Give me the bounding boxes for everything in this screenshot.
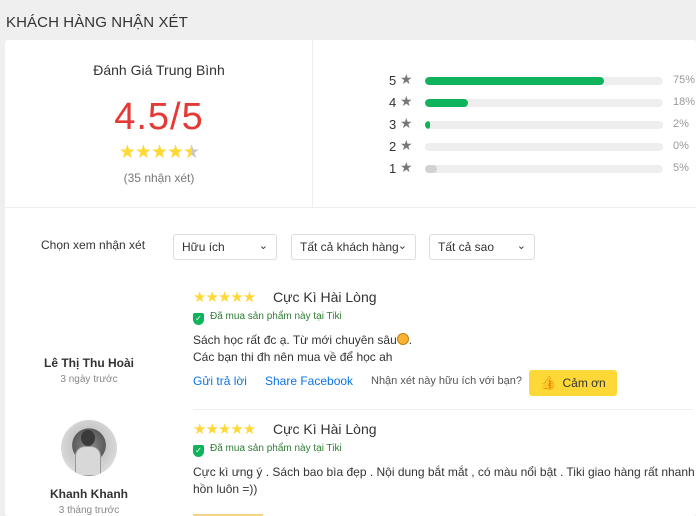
star-icon: ★ (134, 142, 152, 163)
thanks-button[interactable]: 👍 Cảm ơn (529, 370, 617, 396)
avatar-head (81, 430, 95, 446)
distribution-bar (425, 99, 663, 107)
average-rating-box: Đánh Giá Trung Bình 4.5/5 ★★★★★ (35 nhận… (5, 40, 313, 208)
star-icon: ★ (167, 142, 184, 163)
chevron-down-icon: ⌄ (397, 240, 407, 252)
average-score: 4.5/5 (114, 96, 204, 138)
avatar (61, 420, 117, 476)
sort-select-value: Hữu ích (182, 240, 225, 254)
distribution-stars: 1 (389, 161, 397, 176)
customer-filter-value: Tất cả khách hàng (300, 240, 399, 254)
distribution-percent: 75% (673, 74, 696, 86)
star-filter-value: Tất cả sao (438, 240, 495, 254)
reviewer-name: Lê Thị Thu Hoài (44, 356, 134, 370)
review-stars: ★★★★★ (193, 421, 256, 438)
distribution-row-3[interactable]: 3 ★ 2% (389, 115, 694, 132)
distribution-row-4[interactable]: 4 ★ 18% (389, 93, 696, 110)
review-text-line: Các bạn thi đh nên mua về để học ah (193, 350, 393, 364)
review-text-line: Cực kì ưng ý . Sách bao bìa đẹp . Nội du… (193, 465, 696, 479)
review-stars: ★★★★★ (193, 289, 256, 306)
helpful-question: Nhận xét này hữu ích với bạn? (371, 375, 522, 387)
distribution-stars: 3 (389, 117, 397, 132)
review-text-line: Sách học rất đc ạ. Từ mới chuyên sâu (193, 333, 397, 347)
verified-purchase: ✓ Đã mua sản phẩm này tại Tiki (193, 443, 342, 457)
star-icon: ★ (150, 142, 168, 163)
distribution-stars: 4 (389, 95, 397, 110)
thumbs-up-icon: 👍 (540, 375, 557, 390)
review-time: 3 tháng trước (58, 505, 120, 516)
review-time: 3 ngày trước (60, 374, 118, 385)
distribution-fill (425, 99, 468, 107)
average-stars: ★★★★★ (5, 141, 313, 164)
half-star-icon: ★ (183, 141, 200, 164)
reviews-card: Đánh Giá Trung Bình 4.5/5 ★★★★★ (35 nhận… (5, 40, 696, 516)
star-icon: ★ (400, 71, 413, 87)
star-filter-select[interactable]: Tất cả sao ⌄ (429, 234, 535, 260)
filter-label: Chọn xem nhận xét (41, 238, 146, 252)
thanks-label: Cảm ơn (562, 376, 606, 390)
review-text: Sách học rất đc ạ. Từ mới chuyên sâu. Cá… (193, 333, 413, 364)
verified-text: Đã mua sản phẩm này tại Tiki (210, 443, 342, 454)
distribution-bar (425, 121, 663, 129)
average-title: Đánh Giá Trung Bình (93, 62, 225, 78)
distribution-percent: 2% (673, 118, 689, 130)
rating-summary: Đánh Giá Trung Bình 4.5/5 ★★★★★ (35 nhận… (5, 40, 696, 208)
distribution-fill (425, 77, 604, 85)
chevron-down-icon: ⌄ (258, 240, 268, 252)
verified-purchase: ✓ Đã mua sản phẩm này tại Tiki (193, 311, 342, 325)
reply-link[interactable]: Gửi trả lời (193, 374, 247, 388)
emoji-icon (396, 333, 409, 345)
distribution-bar (425, 165, 663, 173)
star-icon: ★ (400, 115, 413, 131)
distribution-row-1[interactable]: 1 ★ 5% (389, 159, 694, 176)
star-icon: ★ (400, 137, 413, 153)
review-text: Cực kì ưng ý . Sách bao bìa đẹp . Nội du… (193, 464, 696, 498)
verified-text: Đã mua sản phẩm này tại Tiki (210, 311, 342, 322)
customer-filter-select[interactable]: Tất cả khách hàng ⌄ (291, 234, 416, 260)
distribution-fill (425, 165, 437, 173)
section-title: KHÁCH HÀNG NHẬN XÉT (6, 14, 188, 31)
sort-select[interactable]: Hữu ích ⌄ (173, 234, 277, 260)
review-title: Cực Kì Hài Lòng (273, 421, 377, 437)
shield-check-icon: ✓ (193, 313, 204, 325)
review-divider (193, 409, 693, 410)
shield-check-icon: ✓ (193, 445, 204, 457)
star-icon: ★ (400, 159, 413, 175)
distribution-percent: 18% (673, 96, 696, 108)
distribution-percent: 5% (673, 162, 689, 174)
star-icon: ★ (118, 142, 136, 163)
avatar-body (75, 446, 101, 476)
distribution-row-2[interactable]: 2 ★ 0% (389, 137, 694, 154)
chevron-down-icon: ⌄ (516, 240, 526, 252)
reviewer-name: Khanh Khanh (50, 487, 128, 501)
review-title: Cực Kì Hài Lòng (273, 289, 377, 305)
distribution-fill (425, 121, 430, 129)
review-count: (35 nhận xét) (123, 171, 195, 185)
share-facebook-link[interactable]: Share Facebook (265, 374, 353, 388)
distribution-bar (425, 143, 663, 151)
distribution-percent: 0% (673, 140, 689, 152)
review-text-line: hồn luôn =)) (193, 482, 258, 496)
star-icon: ★ (400, 93, 413, 109)
distribution-bar (425, 77, 663, 85)
distribution-stars: 2 (389, 139, 397, 154)
distribution-stars: 5 (389, 73, 397, 88)
reviewer-info: Khanh Khanh 3 tháng trước (21, 420, 157, 516)
reviewer-info: Lê Thị Thu Hoài 3 ngày trước (21, 356, 157, 385)
distribution-row-5[interactable]: 5 ★ 75% (389, 71, 696, 88)
